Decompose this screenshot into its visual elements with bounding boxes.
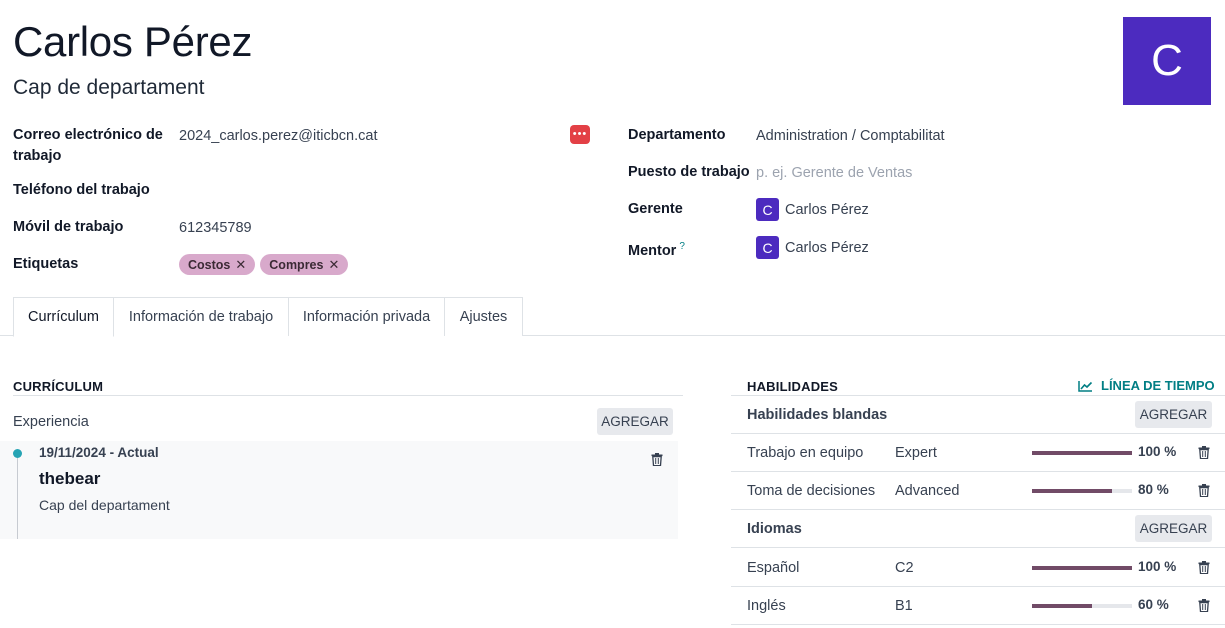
skill-name: Inglés xyxy=(747,598,786,614)
close-icon[interactable]: ✕ xyxy=(235,257,246,273)
work-phone-field[interactable] xyxy=(179,180,559,201)
manager-label: Gerente xyxy=(628,201,683,217)
mobile-label: Móvil de trabajo xyxy=(13,219,124,235)
tags-field[interactable]: Costos ✕ Compres ✕ xyxy=(179,254,349,275)
mentor-field[interactable]: C Carlos Pérez xyxy=(756,236,869,259)
employee-name[interactable]: Carlos Pérez xyxy=(13,18,252,66)
tag-label: Compres xyxy=(269,257,324,272)
skill-group-name: Habilidades blandas xyxy=(747,407,888,423)
employee-avatar[interactable]: C xyxy=(1123,17,1211,105)
line-chart-icon xyxy=(1078,380,1093,392)
tab-settings[interactable]: Ajustes xyxy=(444,297,523,336)
resume-date: 19/11/2024 - Actual xyxy=(39,445,159,460)
skill-level: B1 xyxy=(895,598,913,614)
manager-field[interactable]: C Carlos Pérez xyxy=(756,198,869,221)
mentor-label-text: Mentor xyxy=(628,242,677,259)
skill-progress-label: 100 % xyxy=(1138,444,1177,459)
job-position-input[interactable]: p. ej. Gerente de Ventas xyxy=(756,163,912,184)
skill-name: Trabajo en equipo xyxy=(747,445,864,461)
department-label: Departamento xyxy=(628,127,726,143)
add-experience-button[interactable]: AGREGAR xyxy=(597,408,673,435)
trash-icon[interactable] xyxy=(651,453,663,466)
avatar: C xyxy=(756,198,779,221)
skill-group-header: Habilidades blandas AGREGAR xyxy=(731,396,1225,434)
skill-progress-fill xyxy=(1032,604,1092,608)
tag-compres: Compres ✕ xyxy=(260,254,349,275)
avatar: C xyxy=(756,236,779,259)
tab-curriculum[interactable]: Currículum xyxy=(13,297,114,337)
help-icon[interactable]: ? xyxy=(679,241,685,252)
mentor-label: Mentor? xyxy=(628,236,685,262)
job-position-label: Puesto de trabajo xyxy=(628,164,750,180)
trash-icon[interactable] xyxy=(1198,446,1210,459)
skill-level: Advanced xyxy=(895,483,960,499)
skill-name: Toma de decisiones xyxy=(747,483,876,499)
skill-group-header: Idiomas AGREGAR xyxy=(731,510,1225,548)
work-email-label: Correo electrónico de trabajo xyxy=(13,125,163,167)
skill-group-name: Idiomas xyxy=(747,521,802,537)
skill-name: Español xyxy=(747,560,800,576)
department-field[interactable]: Administration / Comptabilitat xyxy=(756,126,945,147)
tag-costos: Costos ✕ xyxy=(179,254,256,275)
mobile-field[interactable]: 612345789 xyxy=(179,218,252,239)
skill-progress-bar xyxy=(1032,489,1132,493)
more-dots-icon[interactable]: ••• xyxy=(570,125,590,144)
skill-level: C2 xyxy=(895,560,914,576)
avatar-letter: C xyxy=(1151,36,1183,85)
work-email-label-line1: Correo electrónico de xyxy=(13,127,163,143)
skill-progress-fill xyxy=(1032,566,1132,570)
notebook-tabs: Currículum Información de trabajo Inform… xyxy=(0,297,1225,337)
resume-section-title: CURRÍCULUM xyxy=(13,379,104,394)
employee-job-title[interactable]: Cap de departament xyxy=(13,76,204,100)
skill-progress-bar xyxy=(1032,451,1132,455)
timeline-line xyxy=(17,458,18,539)
manager-name: Carlos Pérez xyxy=(785,201,869,218)
add-skill-button[interactable]: AGREGAR xyxy=(1135,401,1212,428)
mentor-name: Carlos Pérez xyxy=(785,239,869,256)
work-phone-label: Teléfono del trabajo xyxy=(13,182,150,198)
resume-company: thebear xyxy=(39,469,101,488)
skill-level: Expert xyxy=(895,445,937,461)
trash-icon[interactable] xyxy=(1198,561,1210,574)
divider xyxy=(13,395,683,396)
skills-section-title: HABILIDADES xyxy=(747,379,839,394)
timeline-button[interactable]: LÍNEA DE TIEMPO xyxy=(1078,378,1215,393)
skill-progress-fill xyxy=(1032,451,1132,455)
skill-progress-label: 80 % xyxy=(1138,482,1169,497)
table-row[interactable]: Toma de decisiones Advanced 80 % xyxy=(731,472,1225,510)
table-row[interactable]: Trabajo en equipo Expert 100 % xyxy=(731,434,1225,472)
skill-progress-label: 60 % xyxy=(1138,597,1169,612)
trash-icon[interactable] xyxy=(1198,484,1210,497)
close-icon[interactable]: ✕ xyxy=(328,257,339,273)
tag-label: Costos xyxy=(188,257,231,272)
tab-work-information[interactable]: Información de trabajo xyxy=(114,297,289,336)
timeline-label: LÍNEA DE TIEMPO xyxy=(1101,378,1215,393)
skill-progress-label: 100 % xyxy=(1138,559,1177,574)
resume-description: Cap del departament xyxy=(39,497,170,513)
trash-icon[interactable] xyxy=(1198,599,1210,612)
skill-progress-fill xyxy=(1032,489,1112,493)
tab-private-information[interactable]: Información privada xyxy=(288,297,445,336)
skill-progress-bar xyxy=(1032,566,1132,570)
work-email-field[interactable]: 2024_carlos.perez@iticbcn.cat xyxy=(179,126,378,147)
table-row[interactable]: Inglés B1 60 % xyxy=(731,587,1225,625)
work-email-label-line2: trabajo xyxy=(13,148,62,164)
tags-label: Etiquetas xyxy=(13,256,79,272)
experience-group-label: Experiencia xyxy=(13,414,89,430)
skill-progress-bar xyxy=(1032,604,1132,608)
timeline-dot xyxy=(13,449,22,458)
table-row[interactable]: Español C2 100 % xyxy=(731,549,1225,587)
add-skill-button[interactable]: AGREGAR xyxy=(1135,515,1212,542)
